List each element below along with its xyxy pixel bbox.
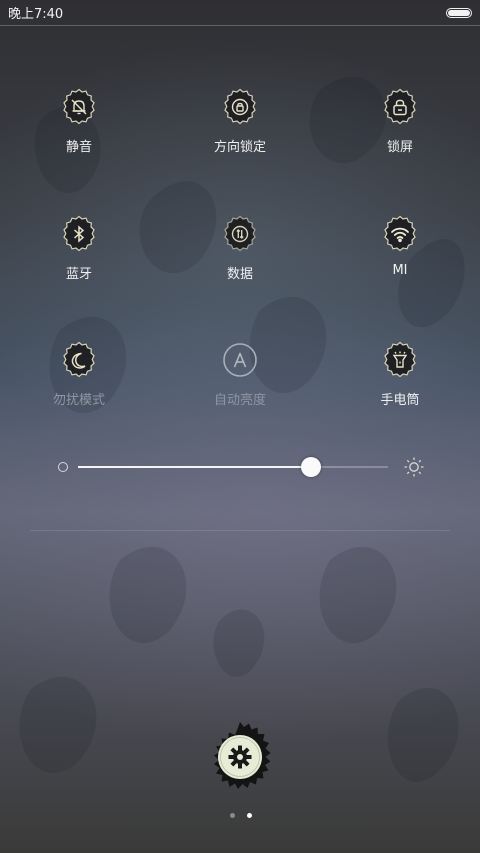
battery-icon xyxy=(446,7,472,18)
page-indicator xyxy=(230,813,252,819)
brightness-track[interactable] xyxy=(78,457,388,477)
toggle-auto-brightness[interactable]: 自动亮度 xyxy=(180,341,300,408)
brightness-high-icon xyxy=(404,457,424,477)
toggle-label: MI xyxy=(392,263,408,278)
toggle-label: 方向锁定 xyxy=(213,140,266,155)
brightness-slider[interactable] xyxy=(56,455,426,479)
bluetooth-icon xyxy=(60,215,98,253)
auto-brightness-icon xyxy=(221,341,259,379)
brightness-thumb[interactable] xyxy=(300,457,321,477)
toggle-label: 蓝牙 xyxy=(65,267,92,282)
flashlight-icon xyxy=(381,341,419,379)
lock-screen-icon xyxy=(381,88,419,126)
do-not-disturb-moon-icon xyxy=(60,341,98,379)
divider xyxy=(30,530,450,531)
mobile-data-icon xyxy=(221,215,259,253)
toggle-label: 数据 xyxy=(226,267,253,282)
toggle-flashlight[interactable]: 手电筒 xyxy=(340,341,460,408)
toggle-bluetooth[interactable]: 蓝牙 xyxy=(19,215,139,282)
toggle-label: 静音 xyxy=(65,140,92,155)
status-bar: 晚上7:40 xyxy=(0,0,480,26)
toggle-mobile-data[interactable]: 数据 xyxy=(180,215,300,282)
toggle-rotation-lock[interactable]: 方向锁定 xyxy=(180,88,300,155)
page-dot[interactable] xyxy=(230,813,235,818)
toggle-silent[interactable]: 静音 xyxy=(19,88,139,155)
brightness-fill xyxy=(78,466,311,468)
toggle-label: 手电筒 xyxy=(380,393,420,408)
settings-button[interactable] xyxy=(203,721,277,795)
wifi-icon xyxy=(381,215,419,253)
silent-bell-icon xyxy=(60,88,98,126)
gear-icon xyxy=(214,722,271,789)
toggle-label: 锁屏 xyxy=(386,140,413,155)
toggle-lock-screen[interactable]: 锁屏 xyxy=(340,88,460,155)
toggle-do-not-disturb[interactable]: 勿扰模式 xyxy=(19,341,139,408)
brightness-low-icon xyxy=(58,462,68,472)
status-time: 晚上7:40 xyxy=(8,7,64,22)
page-dot-current[interactable] xyxy=(247,813,252,818)
toggle-label: 勿扰模式 xyxy=(52,393,105,408)
toggle-wifi[interactable]: MI xyxy=(340,215,460,278)
toggle-label: 自动亮度 xyxy=(213,393,266,408)
rotation-lock-icon xyxy=(221,88,259,126)
